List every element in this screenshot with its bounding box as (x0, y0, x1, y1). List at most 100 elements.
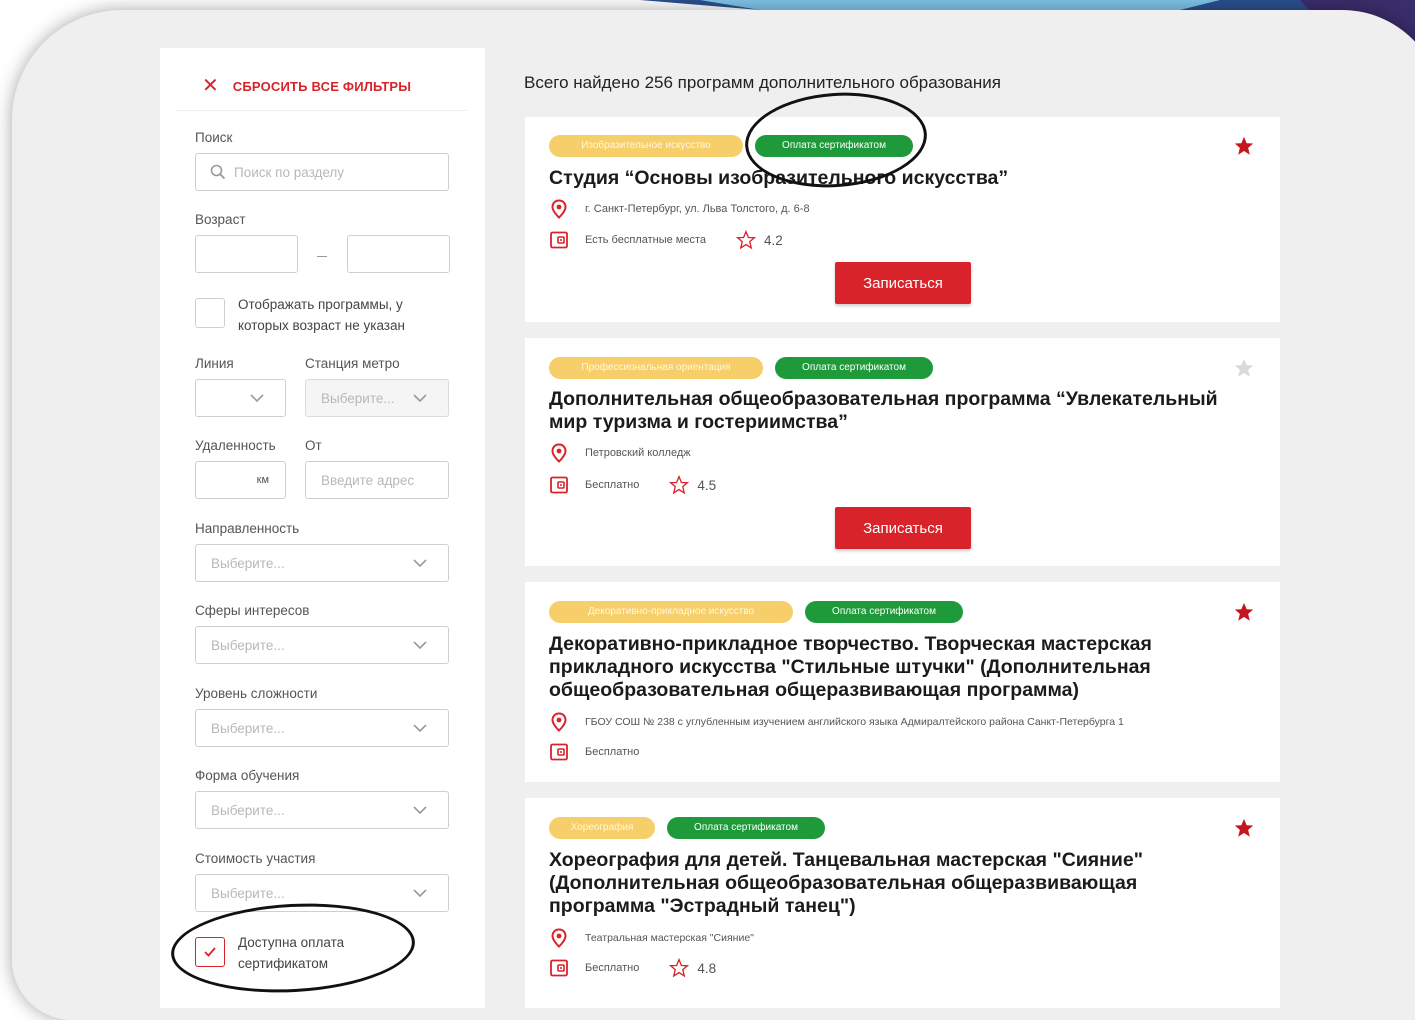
rating: 4.5 (669, 475, 716, 495)
location-row: ГБОУ СОШ № 238 с углубленным изучением а… (549, 712, 1124, 732)
age-to-input[interactable] (347, 235, 450, 273)
category-tag: Изобразительное искусство (549, 135, 743, 157)
location-row: Петровский колледж (549, 443, 691, 463)
search-icon (210, 164, 226, 180)
chevron-down-icon (413, 394, 427, 403)
price-text: Бесплатно (585, 746, 640, 758)
price-row: Есть бесплатные места 4.2 (549, 230, 783, 250)
location-pin-icon (551, 928, 567, 948)
reset-filters-label: СБРОСИТЬ ВСЕ ФИЛЬТРЫ (232, 78, 412, 94)
location-text: г. Санкт-Петербург, ул. Льва Толстого, д… (585, 203, 810, 215)
interests-label: Сферы интересов (195, 603, 310, 618)
cost-placeholder: Выберите... (211, 885, 285, 901)
filters-sidebar: ✕ СБРОСИТЬ ВСЕ ФИЛЬТРЫ Поиск Поиск по ра… (160, 48, 485, 1008)
price-row: Бесплатно 4.5 (549, 475, 716, 495)
location-pin-icon (551, 443, 567, 463)
category-tag: Декоративно-прикладное искусство (549, 601, 793, 623)
favorite-star-icon[interactable] (1233, 601, 1255, 623)
form-placeholder: Выберите... (211, 802, 285, 818)
rating-value: 4.8 (697, 960, 717, 976)
category-tag: Профессиональная ориентация (549, 357, 763, 379)
line-select[interactable] (195, 379, 286, 417)
category-tag: Хореография (549, 817, 655, 839)
program-card: Декоративно-прикладное искусство Оплата … (525, 582, 1280, 782)
payment-tag: Оплата сертификатом (775, 357, 933, 379)
address-placeholder: Введите адрес (321, 472, 415, 488)
level-placeholder: Выберите... (211, 720, 285, 736)
star-outline-icon (736, 230, 756, 250)
search-placeholder: Поиск по разделу (234, 164, 345, 180)
chevron-down-icon (413, 641, 427, 650)
address-input[interactable]: Введите адрес (305, 461, 449, 499)
interests-placeholder: Выберите... (211, 637, 285, 653)
rating: 4.2 (736, 230, 783, 250)
age-from-input[interactable] (195, 235, 298, 273)
level-label: Уровень сложности (195, 686, 318, 701)
price-row: Бесплатно 4.8 (549, 958, 716, 978)
direction-placeholder: Выберите... (211, 555, 285, 571)
program-card: Хореография Оплата сертификатом Хореогра… (525, 798, 1280, 1008)
metro-select[interactable]: Выберите... (305, 379, 449, 417)
direction-select[interactable]: Выберите... (195, 544, 449, 582)
interests-select[interactable]: Выберите... (195, 626, 449, 664)
show-no-age-checkbox[interactable] (195, 298, 225, 328)
show-no-age-label: Отображать программы, у которых возраст … (238, 297, 405, 333)
location-text: ГБОУ СОШ № 238 с углубленным изучением а… (585, 716, 1124, 728)
line-label: Линия (195, 356, 234, 371)
favorite-star-icon[interactable] (1233, 817, 1255, 839)
location-row: г. Санкт-Петербург, ул. Льва Толстого, д… (549, 199, 810, 219)
distance-label: Удаленность (195, 438, 276, 453)
distance-unit: км (256, 474, 269, 486)
chevron-down-icon (413, 806, 427, 815)
location-text: Петровский колледж (585, 447, 691, 459)
favorite-star-icon[interactable] (1233, 135, 1255, 157)
program-card: Профессиональная ориентация Оплата серти… (525, 338, 1280, 566)
rating-value: 4.2 (764, 232, 783, 248)
price-row: Бесплатно (549, 742, 639, 762)
chevron-down-icon (413, 889, 427, 898)
search-input[interactable]: Поиск по разделу (195, 153, 449, 191)
program-title[interactable]: Хореография для детей. Танцевальная маст… (549, 849, 1239, 918)
chevron-down-icon (413, 559, 427, 568)
rating-value: 4.5 (697, 477, 717, 493)
location-text: Театральная мастерская "Сияние" (585, 932, 754, 944)
chevron-down-icon (250, 394, 264, 403)
close-icon: ✕ (202, 75, 219, 97)
age-label: Возраст (195, 212, 246, 227)
location-pin-icon (551, 199, 567, 219)
metro-placeholder: Выберите... (321, 390, 395, 406)
star-outline-icon (669, 475, 690, 495)
search-label: Поиск (195, 130, 233, 145)
wallet-icon (550, 959, 568, 977)
price-text: Есть бесплатные места (585, 234, 706, 246)
favorite-star-icon[interactable] (1233, 357, 1255, 379)
price-text: Бесплатно (585, 479, 640, 491)
screenshot-frame: ✕ СБРОСИТЬ ВСЕ ФИЛЬТРЫ Поиск Поиск по ра… (12, 10, 1415, 1020)
chevron-down-icon (413, 724, 427, 733)
wallet-icon (550, 476, 568, 494)
payment-tag: Оплата сертификатом (667, 817, 825, 839)
distance-input[interactable]: км (195, 461, 286, 499)
reset-filters-button[interactable]: ✕ СБРОСИТЬ ВСЕ ФИЛЬТРЫ (176, 62, 468, 111)
form-select[interactable]: Выберите... (195, 791, 449, 829)
location-pin-icon (551, 712, 567, 732)
star-outline-icon (669, 958, 690, 978)
enroll-button[interactable]: Записаться (835, 507, 971, 549)
form-label: Форма обучения (195, 768, 300, 783)
rating: 4.8 (669, 958, 716, 978)
price-text: Бесплатно (585, 962, 640, 974)
location-row: Театральная мастерская "Сияние" (549, 928, 754, 948)
metro-label: Станция метро (305, 356, 400, 371)
program-title[interactable]: Декоративно-прикладное творчество. Творч… (549, 633, 1239, 702)
wallet-icon (550, 231, 568, 249)
payment-tag: Оплата сертификатом (805, 601, 963, 623)
level-select[interactable]: Выберите... (195, 709, 449, 747)
from-label: От (305, 438, 322, 453)
direction-label: Направленность (195, 521, 300, 536)
cost-label: Стоимость участия (195, 851, 316, 866)
program-title[interactable]: Дополнительная общеобразовательная прогр… (549, 388, 1239, 434)
wallet-icon (550, 743, 568, 761)
results-count: Всего найдено 256 программ дополнительно… (524, 73, 1001, 92)
age-separator (317, 256, 327, 257)
enroll-button[interactable]: Записаться (835, 262, 971, 304)
